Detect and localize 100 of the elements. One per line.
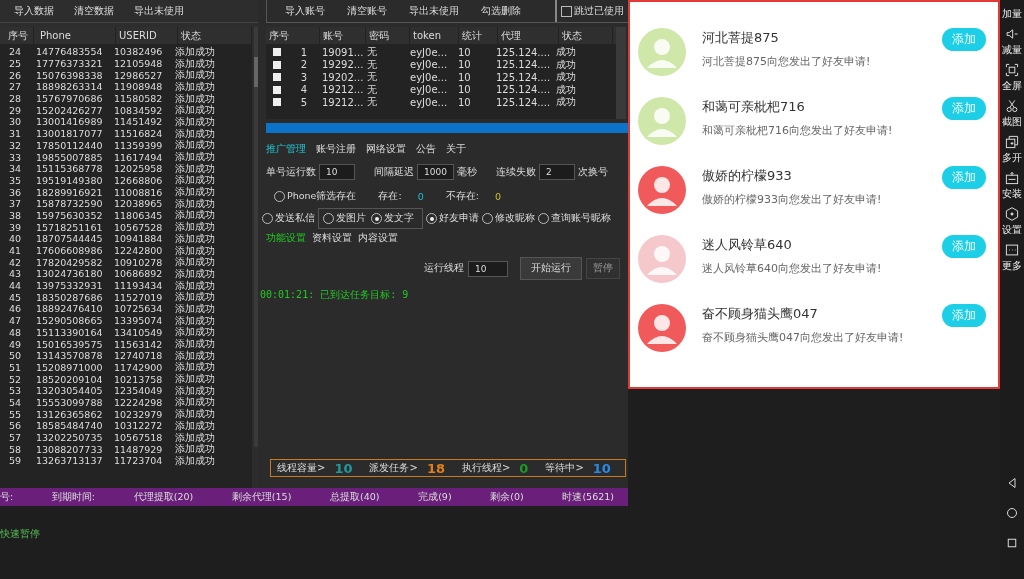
table-cell-text: 10	[457, 96, 472, 108]
toolbar-button[interactable]: 导入数据	[6, 2, 62, 20]
toolbar-label[interactable]: 截图	[1002, 115, 1022, 129]
hexagon-icon[interactable]	[1005, 207, 1019, 221]
toolbar-label[interactable]: 多开	[1002, 151, 1022, 165]
toolbar-button[interactable]: 清空账号	[339, 2, 395, 20]
table-cell-text: 添加成功	[174, 127, 216, 139]
toolbar-label[interactable]: 加量	[1002, 7, 1022, 21]
row-checkbox[interactable]	[273, 60, 281, 69]
tab[interactable]: 资料设置	[312, 232, 352, 245]
table-cell-text: 19212...	[321, 84, 364, 96]
radio-button[interactable]: 好友申请	[426, 212, 479, 225]
row-checkbox[interactable]	[273, 73, 281, 82]
column-header[interactable]: 序号	[266, 27, 320, 44]
table-cell-text: 19212...	[321, 96, 364, 108]
requester-name: 迷人风铃草640	[702, 236, 793, 254]
table-cell-text: 添加成功	[174, 232, 216, 245]
toolbar-label[interactable]: 全屏	[1002, 79, 1022, 93]
radio-button[interactable]: 修改昵称	[482, 212, 535, 225]
more-icon[interactable]	[1005, 243, 1019, 257]
tab[interactable]: 关于	[446, 143, 466, 156]
scissors-icon[interactable]	[1005, 99, 1019, 113]
table-cell-text: 36	[7, 186, 23, 198]
threads-field[interactable]: 10	[468, 260, 508, 277]
fullscreen-icon[interactable]	[1005, 63, 1019, 77]
radio-button[interactable]: 发文字	[371, 212, 414, 225]
table-cell-text: 15767970686	[35, 93, 104, 105]
column-header[interactable]: 代理	[498, 27, 559, 44]
row-checkbox[interactable]	[273, 48, 281, 57]
toolbar-button[interactable]: 勾选删除	[473, 2, 529, 20]
home-icon[interactable]	[1006, 507, 1018, 519]
column-header[interactable]: 状态	[559, 27, 613, 44]
toolbar-button[interactable]: 导出未使用	[126, 2, 192, 20]
input-field[interactable]: 2	[538, 164, 575, 180]
radio-button[interactable]: 发图片	[323, 212, 366, 225]
radio-button[interactable]: 查询账号昵称	[538, 212, 611, 225]
table-cell-text: 26	[7, 69, 23, 81]
input-field[interactable]: 1000	[417, 164, 454, 180]
column-header[interactable]: USERID	[116, 27, 178, 44]
table-cell-text: 10686892	[113, 268, 164, 280]
toolbar-button[interactable]: 清空数据	[66, 2, 122, 20]
table-cell-text: 18350287686	[35, 291, 104, 303]
requester-name: 和蔼可亲枇杷716	[702, 98, 806, 116]
table-cell-text: 成功	[555, 70, 577, 84]
column-header[interactable]: Phone	[34, 27, 116, 44]
column-header[interactable]: 状态	[178, 27, 252, 44]
table-cell-text: 添加成功	[174, 209, 216, 221]
table-cell-text: 125.124....	[495, 96, 552, 108]
tab[interactable]: 账号注册	[316, 143, 356, 156]
toolbar-button[interactable]: 导出未使用	[401, 2, 467, 20]
radio-button[interactable]: Phone筛选存在	[274, 190, 357, 203]
column-header[interactable]: 账号	[320, 27, 366, 44]
row-checkbox[interactable]	[273, 85, 281, 94]
toolbar-label[interactable]: 减量	[1002, 43, 1022, 57]
table-cell-text: 添加成功	[174, 92, 216, 104]
column-header[interactable]: 序号	[0, 27, 34, 44]
table-cell-text: 17850112440	[35, 139, 104, 151]
column-header[interactable]: 密码	[366, 27, 410, 44]
toolbar-label[interactable]: 更多	[1002, 259, 1022, 273]
missing-label: 不存在:	[445, 190, 479, 203]
table-cell-text: 15016539575	[35, 338, 104, 350]
table-cell-text: 无	[366, 70, 378, 85]
apk-icon[interactable]	[1005, 171, 1019, 185]
tab[interactable]: 网络设置	[366, 143, 406, 156]
windows-icon[interactable]	[1005, 135, 1019, 149]
radio-button[interactable]: 发送私信	[262, 212, 315, 225]
request-message: 奋不顾身猫头鹰047向您发出了好友申请!	[702, 330, 905, 345]
table-cell-text: 18289916921	[35, 186, 104, 198]
table-cell-text: 11527019	[113, 291, 164, 303]
table-cell-text: 49	[7, 338, 23, 350]
table-cell-text: 无	[366, 45, 378, 60]
table-cell-text: 11563142	[113, 338, 164, 350]
table-cell-text: 添加成功	[174, 57, 216, 69]
table-cell-text: 添加成功	[174, 69, 216, 81]
tab[interactable]: 功能设置	[266, 232, 306, 245]
column-header[interactable]: 统计	[459, 27, 498, 44]
toolbar-label[interactable]: 安装	[1002, 187, 1022, 201]
table-cell-text: 55	[7, 408, 23, 420]
skip-used-checkbox[interactable]: 跳过已使用	[557, 0, 628, 22]
back-icon[interactable]	[1006, 477, 1018, 489]
tab[interactable]: 推广管理	[266, 143, 306, 156]
table-cell-text: 添加成功	[174, 443, 216, 455]
tab[interactable]: 内容设置	[358, 232, 398, 245]
table-cell-text: 添加成功	[174, 454, 216, 468]
table-cell-text: 17820429582	[35, 256, 104, 268]
table-cell-text: eyJ0e...	[409, 46, 449, 58]
table-cell-text: 11008816	[113, 186, 164, 198]
recents-icon[interactable]	[1006, 537, 1018, 549]
column-header[interactable]: token	[410, 27, 459, 44]
toolbar-label[interactable]: 设置	[1002, 223, 1022, 237]
toolbar-button[interactable]: 导入账号	[277, 2, 333, 20]
start-button[interactable]: 开始运行	[520, 257, 582, 280]
table-cell-text: 12025958	[113, 163, 164, 175]
table-cell-text: 11359399	[113, 139, 164, 151]
speaker-icon[interactable]	[1005, 27, 1019, 41]
row-checkbox[interactable]	[273, 98, 281, 107]
table-cell-text: 成功	[555, 45, 577, 59]
table-cell-text: 125.124....	[495, 84, 552, 96]
tab[interactable]: 公告	[416, 143, 436, 156]
input-field[interactable]: 10	[319, 164, 355, 180]
